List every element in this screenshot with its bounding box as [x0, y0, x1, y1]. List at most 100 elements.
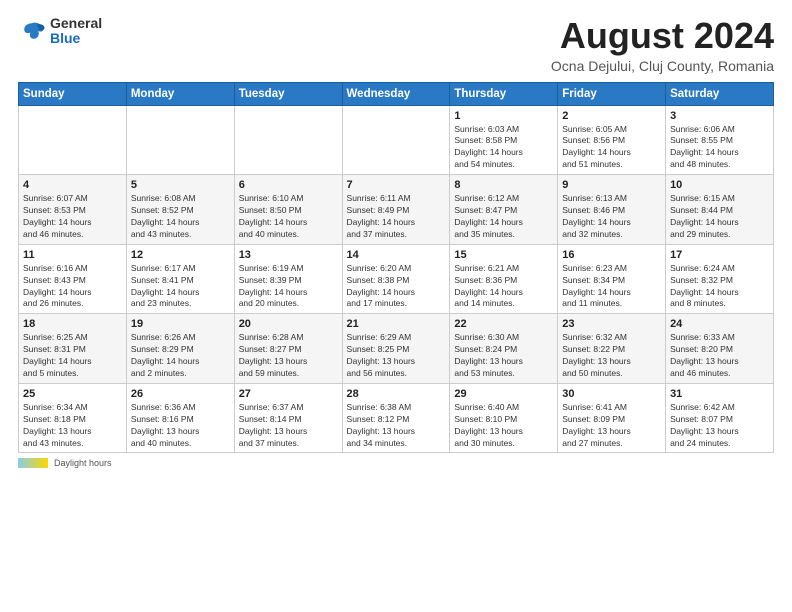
day-number: 18 [23, 318, 122, 330]
table-row: 11Sunrise: 6:16 AM Sunset: 8:43 PM Dayli… [19, 244, 127, 314]
table-row: 22 Sunrise: 6:30 AM Sunset: 8:24 PM Dayli… [450, 314, 558, 384]
table-row [234, 105, 342, 175]
day-info: Sunrise: 6:13 AM Sunset: 8:46 PM Dayligh… [562, 193, 661, 241]
day-number: 15 [454, 249, 553, 261]
day-number: 14 [347, 249, 446, 261]
header: General Blue August 2024 Ocna Dejului, C… [18, 16, 774, 74]
table-row: 23 Sunrise: 6:32 AM Sunset: 8:22 PM Dayli… [558, 314, 666, 384]
calendar-week-row: 11Sunrise: 6:16 AM Sunset: 8:43 PM Dayli… [19, 244, 774, 314]
table-row: 26Sunrise: 6:36 AM Sunset: 8:16 PM Dayli… [126, 383, 234, 453]
table-row: 18Sunrise: 6:25 AM Sunset: 8:31 PM Dayli… [19, 314, 127, 384]
table-row: 2 Sunrise: 6:05 AM Sunset: 8:56 PM Daylig… [558, 105, 666, 175]
day-number: 11 [23, 249, 122, 261]
table-row: 31Sunrise: 6:42 AM Sunset: 8:07 PM Dayli… [666, 383, 774, 453]
table-row: 27 Sunrise: 6:37 AM Sunset: 8:14 PM Dayli… [234, 383, 342, 453]
day-info: Sunrise: 6:42 AM Sunset: 8:07 PM Dayligh… [670, 402, 769, 450]
day-number: 10 [670, 179, 769, 191]
table-row: 17 Sunrise: 6:24 AM Sunset: 8:32 PM Dayli… [666, 244, 774, 314]
title-section: August 2024 Ocna Dejului, Cluj County, R… [551, 16, 774, 74]
table-row: 8 Sunrise: 6:12 AM Sunset: 8:47 PM Daylig… [450, 175, 558, 245]
day-info: Sunrise: 6:19 AM Sunset: 8:39 PM Dayligh… [239, 263, 338, 311]
table-row: 16Sunrise: 6:23 AM Sunset: 8:34 PM Dayli… [558, 244, 666, 314]
day-info: Sunrise: 6:05 AM Sunset: 8:56 PM Dayligh… [562, 124, 661, 172]
day-info: Sunrise: 6:15 AM Sunset: 8:44 PM Dayligh… [670, 193, 769, 241]
day-info: Sunrise: 6:30 AM Sunset: 8:24 PM Dayligh… [454, 332, 553, 380]
logo-icon [18, 17, 46, 45]
subtitle: Ocna Dejului, Cluj County, Romania [551, 58, 774, 74]
logo-blue-text: Blue [50, 31, 102, 46]
day-info: Sunrise: 6:33 AM Sunset: 8:20 PM Dayligh… [670, 332, 769, 380]
day-info: Sunrise: 6:41 AM Sunset: 8:09 PM Dayligh… [562, 402, 661, 450]
table-row [126, 105, 234, 175]
table-row: 25Sunrise: 6:34 AM Sunset: 8:18 PM Dayli… [19, 383, 127, 453]
day-number: 12 [131, 249, 230, 261]
day-number: 1 [454, 110, 553, 122]
day-info: Sunrise: 6:10 AM Sunset: 8:50 PM Dayligh… [239, 193, 338, 241]
table-row: 13 Sunrise: 6:19 AM Sunset: 8:39 PM Dayli… [234, 244, 342, 314]
day-info: Sunrise: 6:07 AM Sunset: 8:53 PM Dayligh… [23, 193, 122, 241]
day-info: Sunrise: 6:34 AM Sunset: 8:18 PM Dayligh… [23, 402, 122, 450]
table-row: 28 Sunrise: 6:38 AM Sunset: 8:12 PM Dayli… [342, 383, 450, 453]
day-number: 13 [239, 249, 338, 261]
day-number: 5 [131, 179, 230, 191]
main-title: August 2024 [551, 16, 774, 56]
day-number: 8 [454, 179, 553, 191]
table-row: 19 Sunrise: 6:26 AM Sunset: 8:29 PM Dayli… [126, 314, 234, 384]
header-thursday: Thursday [450, 82, 558, 105]
day-number: 21 [347, 318, 446, 330]
day-number: 26 [131, 388, 230, 400]
calendar-week-row: 1Sunrise: 6:03 AM Sunset: 8:58 PM Daylig… [19, 105, 774, 175]
calendar-header-row: Sunday Monday Tuesday Wednesday Thursday… [19, 82, 774, 105]
day-info: Sunrise: 6:17 AM Sunset: 8:41 PM Dayligh… [131, 263, 230, 311]
table-row: 15Sunrise: 6:21 AM Sunset: 8:36 PM Dayli… [450, 244, 558, 314]
calendar-table: Sunday Monday Tuesday Wednesday Thursday… [18, 82, 774, 454]
day-info: Sunrise: 6:23 AM Sunset: 8:34 PM Dayligh… [562, 263, 661, 311]
table-row: 3 Sunrise: 6:06 AM Sunset: 8:55 PM Daylig… [666, 105, 774, 175]
page: General Blue August 2024 Ocna Dejului, C… [0, 0, 792, 612]
legend-icon [18, 458, 48, 468]
table-row: 12 Sunrise: 6:17 AM Sunset: 8:41 PM Dayli… [126, 244, 234, 314]
legend: Daylight hours [18, 458, 774, 468]
calendar-week-row: 25Sunrise: 6:34 AM Sunset: 8:18 PM Dayli… [19, 383, 774, 453]
day-number: 3 [670, 110, 769, 122]
day-number: 9 [562, 179, 661, 191]
header-monday: Monday [126, 82, 234, 105]
table-row [342, 105, 450, 175]
table-row: 21Sunrise: 6:29 AM Sunset: 8:25 PM Dayli… [342, 314, 450, 384]
day-number: 2 [562, 110, 661, 122]
logo: General Blue [18, 16, 102, 47]
day-info: Sunrise: 6:37 AM Sunset: 8:14 PM Dayligh… [239, 402, 338, 450]
table-row: 6 Sunrise: 6:10 AM Sunset: 8:50 PM Daylig… [234, 175, 342, 245]
day-info: Sunrise: 6:38 AM Sunset: 8:12 PM Dayligh… [347, 402, 446, 450]
day-info: Sunrise: 6:24 AM Sunset: 8:32 PM Dayligh… [670, 263, 769, 311]
logo-text: General Blue [50, 16, 102, 47]
header-saturday: Saturday [666, 82, 774, 105]
day-number: 4 [23, 179, 122, 191]
day-number: 6 [239, 179, 338, 191]
day-info: Sunrise: 6:06 AM Sunset: 8:55 PM Dayligh… [670, 124, 769, 172]
day-number: 20 [239, 318, 338, 330]
table-row: 14Sunrise: 6:20 AM Sunset: 8:38 PM Dayli… [342, 244, 450, 314]
day-info: Sunrise: 6:32 AM Sunset: 8:22 PM Dayligh… [562, 332, 661, 380]
logo-general-text: General [50, 16, 102, 31]
day-info: Sunrise: 6:40 AM Sunset: 8:10 PM Dayligh… [454, 402, 553, 450]
day-number: 28 [347, 388, 446, 400]
calendar-week-row: 18Sunrise: 6:25 AM Sunset: 8:31 PM Dayli… [19, 314, 774, 384]
table-row: 1Sunrise: 6:03 AM Sunset: 8:58 PM Daylig… [450, 105, 558, 175]
day-info: Sunrise: 6:26 AM Sunset: 8:29 PM Dayligh… [131, 332, 230, 380]
header-wednesday: Wednesday [342, 82, 450, 105]
day-info: Sunrise: 6:28 AM Sunset: 8:27 PM Dayligh… [239, 332, 338, 380]
day-number: 22 [454, 318, 553, 330]
table-row: 7Sunrise: 6:11 AM Sunset: 8:49 PM Daylig… [342, 175, 450, 245]
table-row: 29Sunrise: 6:40 AM Sunset: 8:10 PM Dayli… [450, 383, 558, 453]
day-number: 17 [670, 249, 769, 261]
day-number: 19 [131, 318, 230, 330]
header-tuesday: Tuesday [234, 82, 342, 105]
table-row: 5Sunrise: 6:08 AM Sunset: 8:52 PM Daylig… [126, 175, 234, 245]
day-number: 30 [562, 388, 661, 400]
day-info: Sunrise: 6:12 AM Sunset: 8:47 PM Dayligh… [454, 193, 553, 241]
day-number: 23 [562, 318, 661, 330]
day-number: 7 [347, 179, 446, 191]
day-number: 27 [239, 388, 338, 400]
calendar-week-row: 4 Sunrise: 6:07 AM Sunset: 8:53 PM Daylig… [19, 175, 774, 245]
